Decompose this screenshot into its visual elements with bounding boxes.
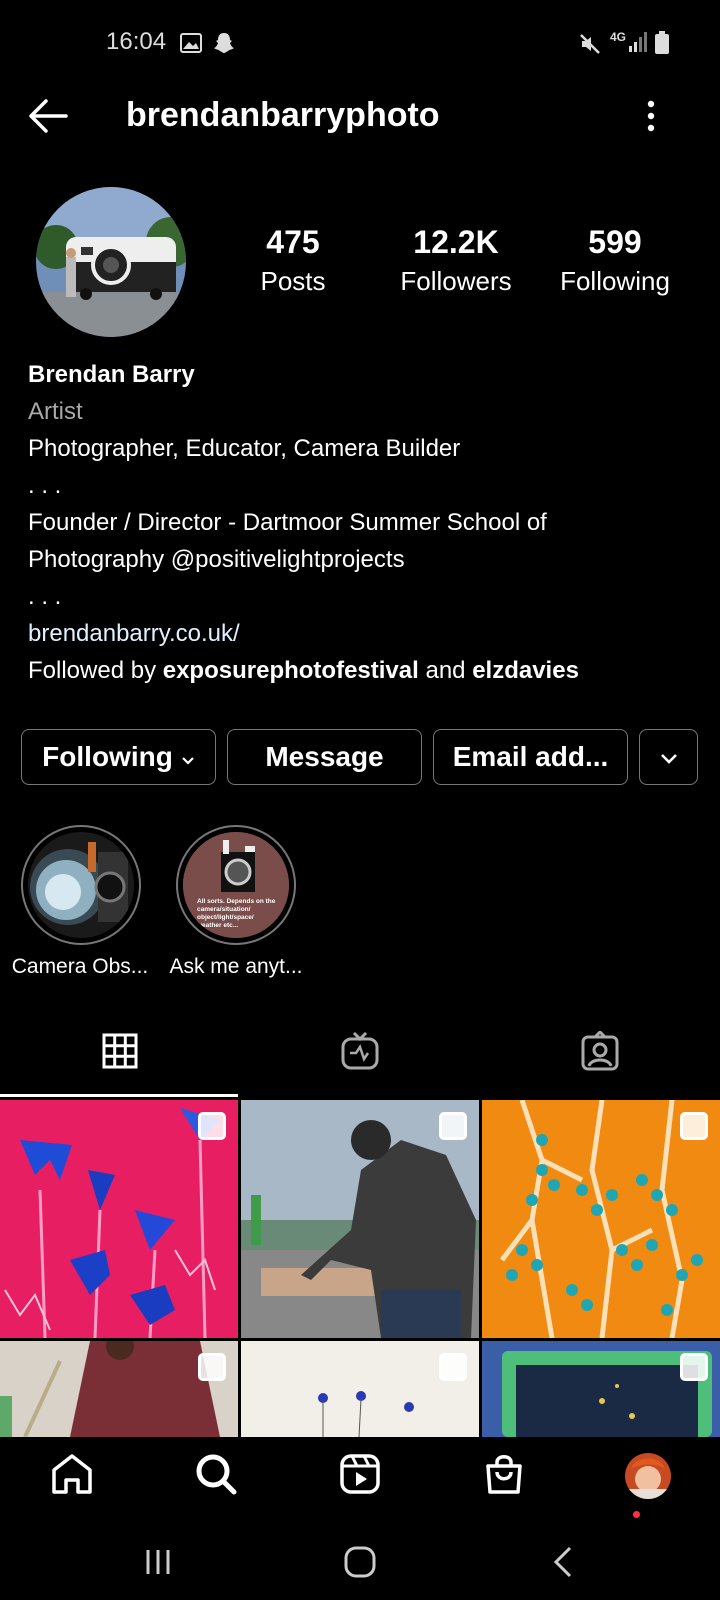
followed-by-and: and [418,657,473,684]
following-button[interactable]: Following [21,729,216,785]
carousel-icon [198,1353,226,1381]
followed-by-prefix: Followed by [28,657,163,684]
bio-dots-2: . . . [28,583,62,610]
profile-category: Artist [28,398,83,425]
highlight-label-2: Ask me anyt... [169,955,303,978]
email-button[interactable]: Email add... [433,729,628,785]
message-button[interactable]: Message [227,729,422,785]
nav-home[interactable] [32,1436,112,1516]
post-tile[interactable] [241,1100,479,1338]
stat-following[interactable]: 599 Following [540,224,690,297]
profile-avatar[interactable] [36,187,186,337]
profile-name: Brendan Barry [28,361,195,388]
chevron-down-icon [181,741,195,773]
highlight-cover-text: All sorts. Depends on the camera/situati… [197,898,276,929]
chevron-down-icon [659,741,679,773]
snapchat-icon [212,31,236,60]
profile-link[interactable]: brendanbarry.co.uk/ [28,615,708,652]
bio-line-1: Photographer, Educator, Camera Builder [28,435,461,462]
shopping-bag-icon [482,1452,526,1501]
nav-shop[interactable] [464,1436,544,1516]
status-time: 16:04 [106,28,167,55]
stat-posts-label: Posts [260,266,326,296]
carousel-icon [439,1112,467,1140]
bio-dots-1: . . . [28,472,62,499]
carousel-icon [680,1112,708,1140]
home-icon [50,1452,94,1501]
more-options-icon[interactable] [644,100,658,137]
battery-icon [654,30,670,61]
stat-posts-number: 475 [266,224,320,260]
nav-profile[interactable] [608,1436,688,1516]
search-icon [194,1452,238,1501]
stat-followers-number: 12.2K [413,224,499,260]
grid-icon [102,1033,138,1074]
stat-followers[interactable]: 12.2K Followers [381,224,531,297]
post-tile[interactable] [482,1341,720,1437]
highlight-cover: All sorts. Depends on the camera/situati… [183,832,289,938]
back-button-icon[interactable] [546,1544,582,1585]
carousel-icon [680,1353,708,1381]
tab-igtv[interactable] [240,1010,480,1096]
suggested-accounts-button[interactable] [639,729,698,785]
bio-line-3-text[interactable]: Photography @positivelightprojects [28,546,405,573]
home-button-icon[interactable] [342,1544,378,1585]
carousel-icon [439,1353,467,1381]
back-arrow-icon[interactable] [26,96,70,141]
message-button-label: Message [265,741,384,772]
followed-by[interactable]: Followed by exposurephotofestival and el… [28,652,708,689]
post-tile[interactable] [0,1100,238,1338]
nav-reels[interactable] [320,1436,400,1516]
recent-apps-icon[interactable] [140,1544,176,1585]
tab-tagged[interactable] [480,1010,720,1096]
profile-username: brendanbarryphoto [126,96,440,134]
status-bar: 16:04 4G [0,0,720,90]
highlight-ask-me[interactable]: All sorts. Depends on the camera/situati… [176,825,296,945]
stat-posts[interactable]: 475 Posts [218,224,368,297]
bio-line-3: Photography @positivelightprojects [28,541,708,578]
carousel-icon [198,1112,226,1140]
email-button-label: Email add... [452,741,609,772]
followed-by-user-1[interactable]: exposurephotofestival [163,657,419,684]
following-button-label: Following [42,741,173,772]
profile-avatar-icon [625,1453,671,1499]
highlight-cover [28,832,134,938]
post-tile[interactable] [482,1100,720,1338]
highlight-camera-obscura[interactable] [21,825,141,945]
tagged-icon [580,1029,620,1076]
network-type: 4G [610,30,627,44]
mute-icon [578,32,602,61]
bio-line-2: Founder / Director - Dartmoor Summer Sch… [28,509,547,536]
reels-icon [338,1452,382,1501]
post-tile[interactable] [0,1341,238,1437]
tab-posts-grid[interactable] [0,1010,240,1096]
followed-by-user-2[interactable]: elzdavies [472,657,579,684]
gallery-icon [180,33,202,58]
active-tab-indicator [0,1094,238,1097]
nav-search[interactable] [176,1436,256,1516]
signal-icon [628,30,648,59]
profile-bio: Brendan Barry Artist Photographer, Educa… [28,356,708,689]
post-tile[interactable] [241,1341,479,1437]
stat-followers-label: Followers [400,266,512,296]
notification-dot [633,1511,640,1518]
highlight-label-1: Camera Obs... [11,955,149,978]
igtv-icon [340,1031,380,1076]
stat-following-label: Following [560,266,670,296]
stat-following-number: 599 [588,224,642,260]
